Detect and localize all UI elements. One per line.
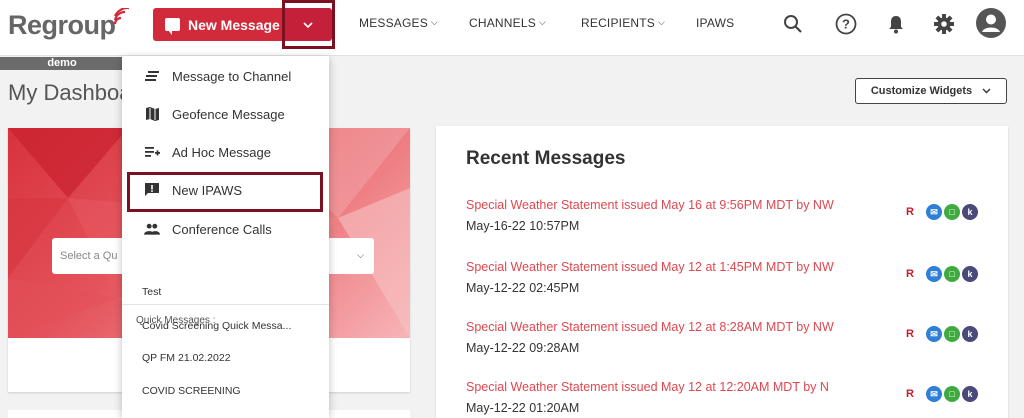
quick-message-item[interactable]: Covid Screening Quick Messa... — [142, 320, 291, 332]
regroup-channel-icon: R — [906, 206, 914, 218]
email-channel-icon: ✉ — [926, 326, 942, 342]
nav-recipients-label: RECIPIENTS — [581, 16, 656, 30]
chevron-down-icon — [303, 21, 313, 28]
message-date: May-16-22 10:57PM — [466, 219, 580, 233]
new-message-dropdown-menu: Message to Channel Geofence Message Ad H… — [122, 56, 329, 418]
customize-widgets-button[interactable]: Customize Widgets — [855, 78, 1007, 104]
menu-item-new-ipaws[interactable]: New IPAWS — [122, 172, 329, 208]
quick-message-item[interactable]: COVID SCREENING — [142, 385, 241, 397]
chevron-down-icon: ⌵ — [538, 16, 546, 27]
email-channel-icon: ✉ — [926, 386, 942, 402]
playlist-add-icon — [144, 144, 160, 160]
k-channel-icon: k — [962, 204, 978, 220]
customize-widgets-label: Customize Widgets — [870, 85, 973, 97]
chevron-down-icon: ⌵ — [658, 16, 666, 27]
k-channel-icon: k — [962, 326, 978, 342]
recent-messages-widget: Recent Messages Special Weather Statemen… — [436, 126, 1008, 418]
recent-message-item[interactable]: Special Weather Statement issued May 16 … — [466, 198, 996, 248]
recent-messages-title: Recent Messages — [466, 148, 626, 169]
k-channel-icon: k — [962, 266, 978, 282]
new-message-label: New Message — [188, 16, 280, 33]
regroup-channel-icon: R — [906, 328, 914, 340]
message-title-link[interactable]: Special Weather Statement issued May 16 … — [466, 198, 846, 212]
menu-item-label: New IPAWS — [172, 182, 243, 198]
help-icon[interactable]: ? — [831, 9, 861, 39]
message-date: May-12-22 09:28AM — [466, 341, 580, 355]
message-title-link[interactable]: Special Weather Statement issued May 12 … — [466, 320, 846, 334]
nav-ipaws-label: IPAWS — [696, 16, 735, 30]
sms-channel-icon: □ — [944, 326, 960, 342]
sms-channel-icon: □ — [944, 204, 960, 220]
channel-icons: R ✉ □ k — [906, 204, 978, 220]
nav-messages-label: MESSAGES — [359, 16, 428, 30]
quick-message-item[interactable]: QP FM 21.02.2022 — [142, 352, 231, 364]
chevron-down-icon — [982, 88, 991, 94]
nav-channels[interactable]: CHANNELS ⌵ — [469, 16, 546, 30]
menu-item-message-to-channel[interactable]: Message to Channel — [122, 58, 329, 94]
channel-icons: R ✉ □ k — [906, 266, 978, 282]
chevron-down-icon: ⌵ — [357, 250, 364, 260]
menu-item-label: Message to Channel — [172, 68, 292, 84]
message-icon — [165, 18, 180, 35]
user-avatar-icon[interactable] — [975, 7, 1007, 39]
menu-item-label: Geofence Message — [172, 106, 285, 122]
top-navigation-bar: Regroup New Message MESSAGES ⌵ CHANNELS ⌵ … — [0, 0, 1024, 56]
nav-channels-label: CHANNELS — [469, 16, 536, 30]
quick-message-item[interactable]: Test — [142, 286, 161, 298]
quick-message-select-placeholder: Select a Qu — [60, 250, 118, 262]
chevron-down-icon: ⌵ — [430, 16, 438, 27]
menu-item-geofence-message[interactable]: Geofence Message — [122, 96, 329, 132]
sms-channel-icon: □ — [944, 386, 960, 402]
nav-ipaws[interactable]: IPAWS — [696, 16, 734, 30]
recent-message-item[interactable]: Special Weather Statement issued May 12 … — [466, 260, 996, 310]
message-title-link[interactable]: Special Weather Statement issued May 12 … — [466, 380, 846, 394]
gear-icon[interactable] — [929, 9, 959, 39]
new-message-dropdown-toggle[interactable] — [284, 8, 332, 41]
regroup-logo[interactable]: Regroup — [8, 10, 116, 41]
sms-channel-icon: □ — [944, 266, 960, 282]
signal-waves-icon — [113, 8, 129, 25]
email-channel-icon: ✉ — [926, 266, 942, 282]
recent-message-item[interactable]: Special Weather Statement issued May 12 … — [466, 320, 996, 370]
alert-message-icon — [144, 182, 160, 198]
message-date: May-12-22 02:45PM — [466, 281, 580, 295]
account-tag: demo — [0, 57, 124, 70]
new-message-button[interactable]: New Message — [153, 8, 283, 41]
message-title-link[interactable]: Special Weather Statement issued May 12 … — [466, 260, 846, 274]
channel-icons: R ✉ □ k — [906, 326, 978, 342]
menu-item-label: Conference Calls — [172, 221, 272, 237]
nav-recipients[interactable]: RECIPIENTS ⌵ — [581, 16, 665, 30]
menu-item-conference-calls[interactable]: Conference Calls — [122, 211, 329, 247]
regroup-channel-icon: R — [906, 388, 914, 400]
channel-lines-icon — [144, 68, 160, 84]
menu-divider — [122, 304, 329, 305]
menu-item-label: Ad Hoc Message — [172, 144, 271, 160]
regroup-channel-icon: R — [906, 268, 914, 280]
k-channel-icon: k — [962, 386, 978, 402]
search-icon[interactable] — [778, 9, 808, 39]
message-date: May-12-22 01:20AM — [466, 401, 580, 415]
people-icon — [144, 221, 160, 237]
svg-text:?: ? — [842, 17, 850, 32]
nav-messages[interactable]: MESSAGES ⌵ — [359, 16, 438, 30]
recent-message-item[interactable]: Special Weather Statement issued May 12 … — [466, 380, 996, 418]
email-channel-icon: ✉ — [926, 204, 942, 220]
bell-icon[interactable] — [881, 9, 911, 39]
channel-icons: R ✉ □ k — [906, 386, 978, 402]
map-icon — [144, 106, 160, 122]
menu-item-ad-hoc-message[interactable]: Ad Hoc Message — [122, 134, 329, 170]
